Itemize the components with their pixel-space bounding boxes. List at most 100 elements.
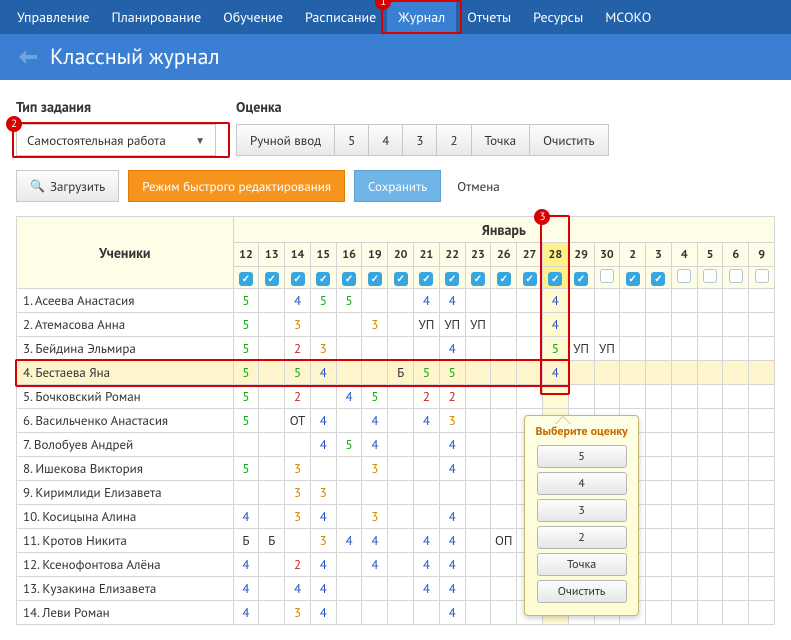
student-name[interactable]: 3. Бейдина Эльмира [17,337,234,361]
grade-cell[interactable] [671,289,697,313]
grade-cell[interactable] [465,385,491,409]
nav-ресурсы[interactable]: Ресурсы [522,0,594,34]
nav-отчеты[interactable]: Отчеты [456,0,522,34]
grade-cell[interactable] [646,337,672,361]
grade-cell[interactable] [749,553,775,577]
student-name[interactable]: 8. Ишекова Виктория [17,457,234,481]
grade-cell[interactable] [723,457,749,481]
grade-cell[interactable] [517,385,543,409]
day-check-20[interactable]: ✓ [388,267,414,289]
day-19[interactable]: 19 [362,243,388,267]
student-name[interactable]: 2. Атемасова Анна [17,313,234,337]
student-name[interactable]: 13. Кузакина Елизавета [17,577,234,601]
grade-btn-3[interactable]: 3 [402,124,437,156]
grade-cell[interactable] [568,385,594,409]
grade-cell[interactable] [491,409,517,433]
day-3[interactable]: 3 [646,243,672,267]
day-check-12[interactable]: ✓ [233,267,259,289]
day-check-22[interactable]: ✓ [439,267,465,289]
grade-cell[interactable]: 4 [439,337,465,361]
day-20[interactable]: 20 [388,243,414,267]
grade-cell[interactable] [465,433,491,457]
day-check-15[interactable]: ✓ [310,267,336,289]
grade-cell[interactable] [723,361,749,385]
student-name[interactable]: 5. Бочковский Роман [17,385,234,409]
grade-cell[interactable] [388,577,414,601]
grade-cell[interactable] [336,409,362,433]
grade-cell[interactable]: 3 [285,481,311,505]
popup-btn-2[interactable]: 2 [537,526,627,549]
grade-cell[interactable] [594,289,620,313]
day-check-16[interactable]: ✓ [336,267,362,289]
grade-cell[interactable] [388,385,414,409]
grade-cell[interactable] [310,385,336,409]
student-name[interactable]: 12. Ксенофонтова Алёна [17,553,234,577]
grade-cell[interactable] [388,457,414,481]
day-check-29[interactable]: ✓ [568,267,594,289]
day-29[interactable]: 29 [568,243,594,267]
day-30[interactable]: 30 [594,243,620,267]
grade-cell[interactable] [336,505,362,529]
grade-cell[interactable] [749,577,775,601]
grade-cell[interactable] [671,385,697,409]
grade-cell[interactable] [362,337,388,361]
grade-cell[interactable] [414,601,440,625]
grade-cell[interactable] [491,481,517,505]
grade-cell[interactable] [594,361,620,385]
grade-cell[interactable] [697,313,723,337]
grade-cell[interactable]: 4 [542,313,568,337]
grade-cell[interactable]: 4 [439,457,465,481]
grade-cell[interactable] [259,385,285,409]
popup-btn-3[interactable]: 3 [537,499,627,522]
grade-cell[interactable]: 5 [336,433,362,457]
day-check-19[interactable]: ✓ [362,267,388,289]
grade-cell[interactable]: 3 [285,457,311,481]
day-check-26[interactable]: ✓ [491,267,517,289]
grade-cell[interactable] [388,337,414,361]
nav-расписание[interactable]: Расписание [294,0,387,34]
grade-cell[interactable] [697,409,723,433]
grade-cell[interactable] [697,577,723,601]
grade-cell[interactable]: 5 [542,337,568,361]
grade-cell[interactable]: 4 [414,409,440,433]
day-13[interactable]: 13 [259,243,285,267]
grade-cell[interactable] [697,337,723,361]
grade-cell[interactable] [388,409,414,433]
grade-cell[interactable]: 5 [414,361,440,385]
grade-cell[interactable] [646,313,672,337]
task-type-select[interactable]: Самостоятельная работа [16,124,216,156]
day-check-27[interactable]: ✓ [517,267,543,289]
grade-cell[interactable] [671,577,697,601]
day-check-23[interactable]: ✓ [465,267,491,289]
grade-cell[interactable] [336,601,362,625]
grade-cell[interactable]: ОП [491,529,517,553]
grade-cell[interactable]: 3 [285,601,311,625]
nav-мсоко[interactable]: МСОКО [594,0,662,34]
grade-cell[interactable] [749,433,775,457]
cancel-link[interactable]: Отмена [451,178,506,195]
grade-cell[interactable]: Б [388,361,414,385]
grade-cell[interactable] [594,385,620,409]
grade-cell[interactable] [749,409,775,433]
student-name[interactable]: 6. Васильченко Анастасия [17,409,234,433]
grade-cell[interactable] [697,529,723,553]
grade-cell[interactable] [388,313,414,337]
grade-cell[interactable]: 4 [439,553,465,577]
grade-cell[interactable] [465,361,491,385]
grade-cell[interactable]: 3 [310,529,336,553]
grade-cell[interactable] [723,313,749,337]
day-check-9[interactable] [749,267,775,289]
student-name[interactable]: 14. Леви Роман [17,601,234,625]
grade-cell[interactable] [336,577,362,601]
grade-cell[interactable]: 5 [233,289,259,313]
grade-cell[interactable] [723,577,749,601]
grade-cell[interactable] [749,481,775,505]
grade-cell[interactable] [723,601,749,625]
grade-cell[interactable] [749,313,775,337]
grade-cell[interactable] [723,553,749,577]
grade-cell[interactable] [491,313,517,337]
grade-btn-5[interactable]: 5 [334,124,369,156]
grade-cell[interactable]: 4 [542,289,568,313]
day-check-2[interactable]: ✓ [620,267,646,289]
day-check-28[interactable]: ✓ [542,267,568,289]
